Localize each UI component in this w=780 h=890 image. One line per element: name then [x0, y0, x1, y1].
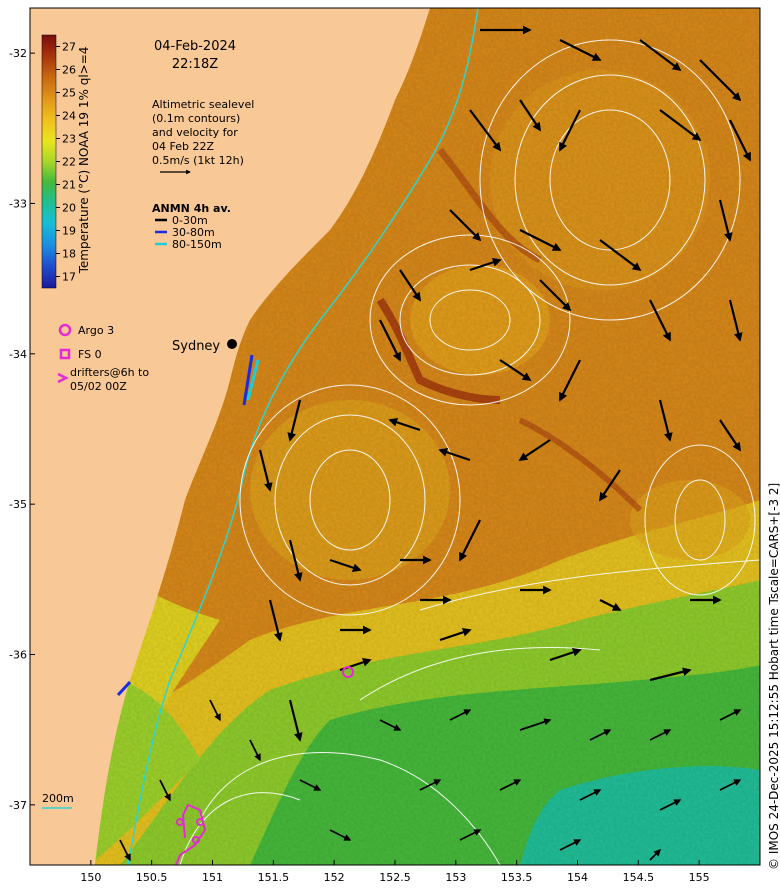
lon-tick-label: 153: [445, 871, 466, 884]
colorbar-tick-label: 26: [62, 64, 76, 77]
lon-tick-label: 152.5: [379, 871, 411, 884]
colorbar-tick-label: 20: [62, 202, 76, 215]
lon-tick-label: 150.5: [136, 871, 168, 884]
colorbar-tick-label: 27: [62, 41, 76, 54]
map-time: 22:18Z: [172, 57, 218, 72]
sst-map: 27 26 25 24 23 22 21 20 19 18 17 Temperature (°C) …: [9, 7, 780, 884]
sydney-marker: [227, 339, 237, 349]
drifters-line-2: 05/02 00Z: [70, 380, 127, 393]
altimetry-line-5: 0.5m/s (1kt 12h): [152, 154, 244, 167]
colorbar-tick-label: 19: [62, 225, 76, 238]
colorbar: 27 26 25 24 23 22 21 20 19 18 17 Temperature (°C) …: [41, 34, 91, 289]
lon-tick-label: 151: [202, 871, 223, 884]
sst-field: [30, 8, 760, 865]
colorbar-tick-label: 18: [62, 248, 76, 261]
lat-tick-label: -34: [9, 348, 27, 361]
colorbar-tick-label: 17: [62, 271, 76, 284]
lat-tick-label: -36: [9, 649, 27, 662]
lon-tick-label: 154: [567, 871, 588, 884]
drifters-line-1: drifters@6h to: [70, 366, 149, 379]
lon-tick-label: 151.5: [258, 871, 290, 884]
colorbar-tick-label: 25: [62, 87, 76, 100]
lon-tick-label: 155: [689, 871, 710, 884]
map-date: 04-Feb-2024: [154, 39, 236, 54]
colorbar-tick-label: 22: [62, 156, 76, 169]
city-label-sydney: Sydney: [172, 339, 220, 354]
lat-tick-label: -37: [9, 799, 27, 812]
lat-tick-label: -35: [9, 498, 27, 511]
depth-label: 200m: [42, 792, 74, 805]
colorbar-tick-label: 21: [62, 179, 76, 192]
colorbar-tick-label: 24: [62, 110, 76, 123]
argo-label: Argo 3: [78, 324, 114, 337]
lat-tick-label: -32: [9, 47, 27, 60]
lon-tick-label: 150: [80, 871, 101, 884]
lat-tick-label: -33: [9, 197, 27, 210]
colorbar-tick-label: 23: [62, 133, 76, 146]
lon-tick-label: 154.5: [623, 871, 655, 884]
copyright-text: © IMOS 24-Dec-2025 15:12:55 Hobart time …: [767, 483, 780, 870]
colorbar-label: Temperature (°C) NOAA 19 1% ql>=4: [77, 47, 91, 275]
fs-label: FS 0: [78, 348, 102, 361]
altimetry-line-2: (0.1m contours): [152, 112, 240, 125]
anmn-item-2: 80-150m: [172, 238, 222, 251]
altimetry-line-4: 04 Feb 22Z: [152, 140, 214, 153]
lon-tick-label: 152: [324, 871, 345, 884]
altimetry-line-1: Altimetric sealevel: [152, 98, 254, 111]
altimetry-line-3: and velocity for: [152, 126, 238, 139]
lon-tick-label: 153.5: [501, 871, 533, 884]
